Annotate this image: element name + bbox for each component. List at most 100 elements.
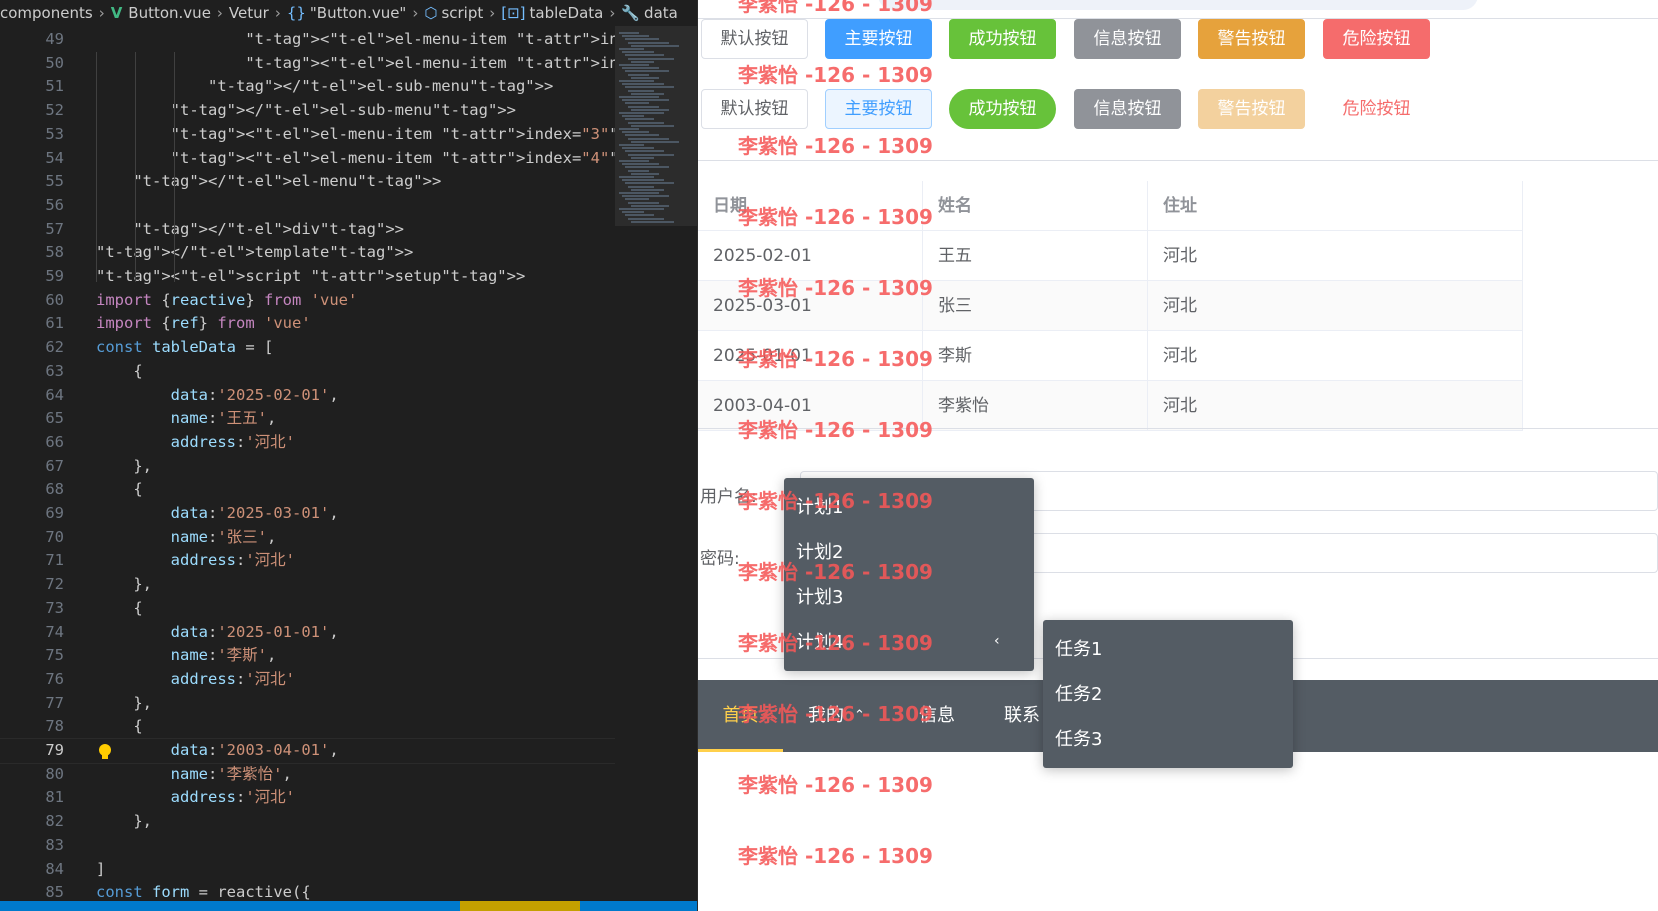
code-line[interactable]: 72 },: [0, 573, 615, 597]
line-number[interactable]: 85: [0, 881, 64, 901]
code-text[interactable]: address:'河北': [96, 668, 295, 692]
line-number[interactable]: 56: [0, 194, 64, 218]
code-text[interactable]: },: [96, 455, 152, 479]
button-alt-info[interactable]: 信息按钮: [1074, 89, 1181, 129]
code-text[interactable]: const form = reactive({: [96, 881, 311, 901]
line-number[interactable]: 49: [0, 28, 64, 52]
code-line[interactable]: 75 name:'李斯',: [0, 644, 615, 668]
code-line[interactable]: 64 data:'2025-02-01',: [0, 384, 615, 408]
code-text[interactable]: {: [96, 715, 142, 739]
code-line[interactable]: 51 "t-tag"></"t-el">el-sub-menu"t-tag">>: [0, 75, 615, 99]
code-text[interactable]: data:'2025-01-01',: [96, 621, 339, 645]
code-text[interactable]: },: [96, 573, 152, 597]
code-line[interactable]: 62 const tableData = [: [0, 336, 615, 360]
table-row[interactable]: 2025-01-01 李斯 河北: [698, 331, 1523, 381]
code-text[interactable]: "t-tag"><"t-el">script "t-attr">setup"t-…: [96, 265, 525, 289]
line-number[interactable]: 78: [0, 715, 64, 739]
submenu-item-task1[interactable]: 任务1: [1055, 627, 1102, 672]
menu-item-home[interactable]: 首页: [698, 680, 783, 752]
code-line[interactable]: 56: [0, 194, 615, 218]
line-number[interactable]: 57: [0, 218, 64, 242]
line-number[interactable]: 82: [0, 810, 64, 834]
minimap[interactable]: [615, 26, 697, 901]
line-number[interactable]: 84: [0, 858, 64, 882]
breadcrumb-item-module[interactable]: {} "Button.vue": [287, 0, 407, 26]
table-header-address[interactable]: 住址: [1148, 181, 1523, 231]
code-text[interactable]: data:'2003-04-01',: [96, 739, 339, 763]
button-danger[interactable]: 危险按钮: [1323, 19, 1430, 59]
menu-item-contact[interactable]: 联系: [1004, 680, 1040, 752]
breadcrumb-item-file[interactable]: V Button.vue: [111, 0, 211, 26]
code-text[interactable]: {: [96, 478, 142, 502]
code-text[interactable]: name:'张三',: [96, 526, 277, 550]
code-text[interactable]: "t-tag"></"t-el">el-sub-menu"t-tag">>: [96, 99, 516, 123]
line-number[interactable]: 58: [0, 241, 64, 265]
code-line[interactable]: 69 data:'2025-03-01',: [0, 502, 615, 526]
code-text[interactable]: "t-tag"></"t-el">el-sub-menu"t-tag">>: [96, 75, 553, 99]
line-number[interactable]: 65: [0, 407, 64, 431]
table-row[interactable]: 2025-02-01 王五 河北: [698, 231, 1523, 281]
line-number[interactable]: 74: [0, 621, 64, 645]
button-primary[interactable]: 主要按钮: [825, 19, 932, 59]
code-text[interactable]: {: [96, 360, 142, 384]
code-line[interactable]: 67 },: [0, 455, 615, 479]
line-number[interactable]: 80: [0, 763, 64, 787]
submenu-item-plan1[interactable]: 计划1: [796, 485, 843, 530]
line-number[interactable]: 70: [0, 526, 64, 550]
code-line[interactable]: 71 address:'河北': [0, 549, 615, 573]
code-text[interactable]: {: [96, 597, 142, 621]
button-alt-default[interactable]: 默认按钮: [701, 89, 808, 129]
code-text[interactable]: data:'2025-02-01',: [96, 384, 339, 408]
button-success[interactable]: 成功按钮: [949, 19, 1056, 59]
line-number[interactable]: 71: [0, 549, 64, 573]
code-text[interactable]: address:'河北': [96, 786, 295, 810]
line-number[interactable]: 60: [0, 289, 64, 313]
code-text[interactable]: import {ref} from 'vue': [96, 312, 311, 336]
code-text[interactable]: data:'2025-03-01',: [96, 502, 339, 526]
code-line[interactable]: 63 {: [0, 360, 615, 384]
button-warning[interactable]: 警告按钮: [1198, 19, 1305, 59]
breadcrumb-item-data[interactable]: 🔧 data: [621, 0, 677, 26]
button-info[interactable]: 信息按钮: [1074, 19, 1181, 59]
button-alt-text-danger[interactable]: 危险按钮: [1323, 89, 1430, 129]
breadcrumb-item-script[interactable]: ⬡ script: [424, 0, 483, 26]
submenu-item-plan4[interactable]: 计划4: [796, 620, 843, 665]
code-editor[interactable]: components › V Button.vue › Vetur › {} "Button.v…: [0, 0, 697, 911]
table-row[interactable]: 2003-04-01 李紫怡 河北: [698, 381, 1523, 431]
line-number[interactable]: 69: [0, 502, 64, 526]
code-line[interactable]: 82 },: [0, 810, 615, 834]
code-text[interactable]: "t-tag"></"t-el">el-menu"t-tag">>: [96, 170, 441, 194]
code-line[interactable]: 58 "t-tag"></"t-el">template"t-tag">>: [0, 241, 615, 265]
code-line[interactable]: 61 import {ref} from 'vue': [0, 312, 615, 336]
menu-item-info[interactable]: 信息: [919, 680, 955, 752]
code-line[interactable]: 77 },: [0, 692, 615, 716]
code-line[interactable]: 68 {: [0, 478, 615, 502]
line-number[interactable]: 76: [0, 668, 64, 692]
line-number[interactable]: 81: [0, 786, 64, 810]
line-number[interactable]: 51: [0, 75, 64, 99]
submenu-item-task3[interactable]: 任务3: [1055, 717, 1102, 762]
code-text[interactable]: "t-tag"></"t-el">template"t-tag">>: [96, 241, 413, 265]
code-text[interactable]: ]: [96, 858, 105, 882]
line-number[interactable]: 83: [0, 834, 64, 858]
submenu-item-task2[interactable]: 任务2: [1055, 672, 1102, 717]
line-number[interactable]: 67: [0, 455, 64, 479]
line-number[interactable]: 54: [0, 147, 64, 171]
code-line[interactable]: 70 name:'张三',: [0, 526, 615, 550]
line-number[interactable]: 68: [0, 478, 64, 502]
table-row[interactable]: 2025-03-01 张三 河北: [698, 281, 1523, 331]
code-text[interactable]: address:'河北': [96, 431, 295, 455]
menu-item-mine[interactable]: 我的 ⌃: [808, 680, 865, 752]
code-line[interactable]: 76 address:'河北': [0, 668, 615, 692]
line-number[interactable]: 75: [0, 644, 64, 668]
code-line[interactable]: 84]: [0, 858, 615, 882]
code-line[interactable]: 80 name:'李紫怡',: [0, 763, 615, 787]
line-number[interactable]: 77: [0, 692, 64, 716]
breadcrumb-item-components[interactable]: components: [0, 0, 93, 26]
code-line[interactable]: 85 const form = reactive({: [0, 881, 615, 901]
code-text[interactable]: "t-tag"></"t-el">div"t-tag">>: [96, 218, 404, 242]
code-line[interactable]: 55 "t-tag"></"t-el">el-menu"t-tag">>: [0, 170, 615, 194]
line-number[interactable]: 59: [0, 265, 64, 289]
code-line[interactable]: 66 address:'河北': [0, 431, 615, 455]
code-line[interactable]: 52 "t-tag"></"t-el">el-sub-menu"t-tag">>: [0, 99, 615, 123]
